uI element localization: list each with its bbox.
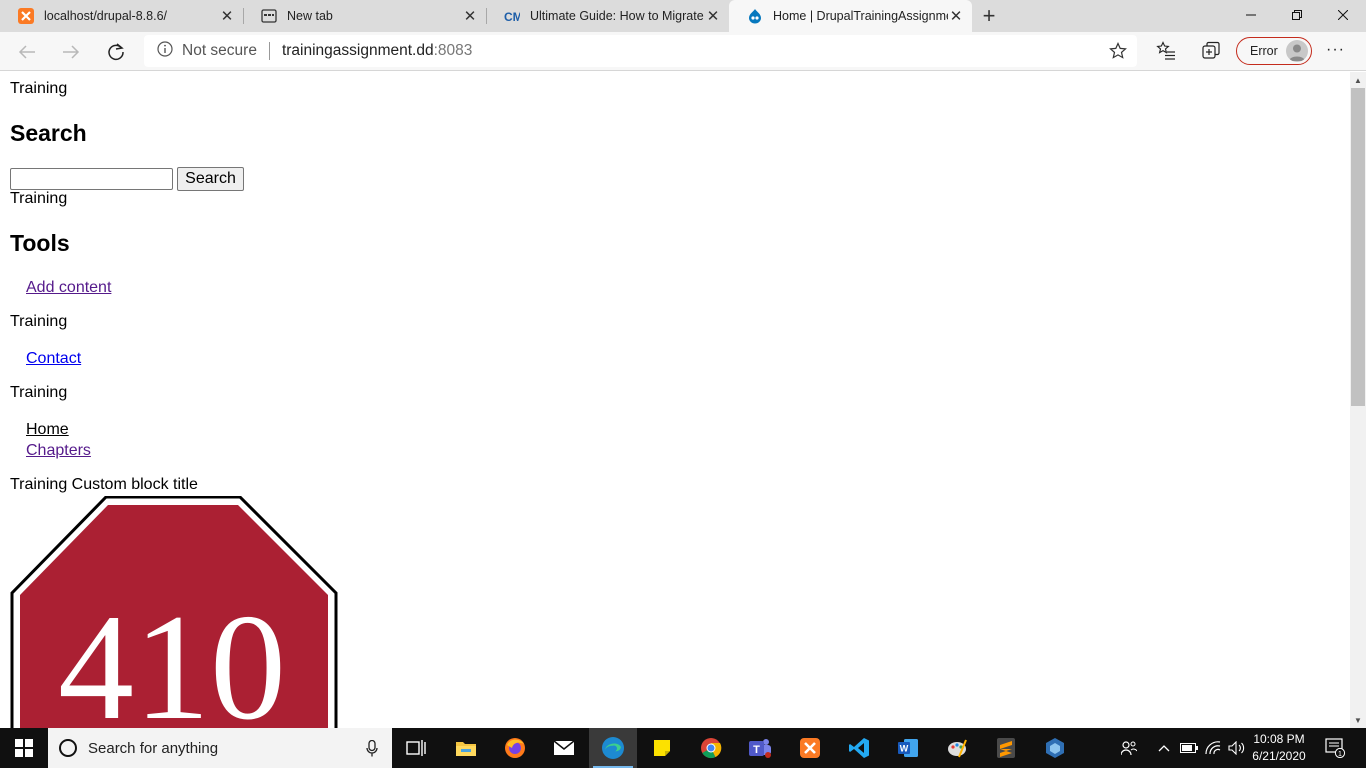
custom-block-title: Training Custom block title — [10, 476, 198, 493]
close-icon[interactable]: ✕ — [948, 7, 964, 25]
avatar-icon — [1286, 40, 1308, 62]
refresh-icon[interactable] — [101, 37, 131, 67]
close-icon[interactable]: ✕ — [462, 7, 478, 25]
close-icon[interactable]: ✕ — [219, 7, 235, 25]
tab-localhost[interactable]: localhost/drupal-8.8.6/ ✕ — [0, 0, 243, 32]
tab-title: Home | DrupalTrainingAssignme — [773, 9, 948, 23]
search-heading: Search — [10, 120, 87, 146]
scroll-thumb[interactable] — [1351, 88, 1365, 406]
microphone-icon[interactable] — [366, 739, 378, 761]
tab-ultimate-guide[interactable]: CM Ultimate Guide: How to Migrate ✕ — [486, 0, 729, 32]
tab-title: Ultimate Guide: How to Migrate — [530, 9, 704, 23]
search-input[interactable] — [10, 168, 173, 190]
notification-count: 1 — [1338, 751, 1342, 758]
taskbar-search-box[interactable]: Search for anything — [48, 728, 392, 768]
xampp-taskbar-icon[interactable] — [786, 728, 834, 768]
profile-button[interactable]: Error — [1236, 37, 1312, 65]
task-view-icon[interactable] — [392, 728, 440, 768]
address-bar[interactable]: Not secure trainingassignment.dd:8083 — [144, 35, 1137, 67]
virtualbox-icon[interactable] — [1031, 728, 1079, 768]
profile-status-label: Error — [1250, 44, 1278, 58]
forward-arrow-icon[interactable] — [56, 37, 86, 67]
separator — [268, 42, 270, 60]
tab-home-drupal[interactable]: Home | DrupalTrainingAssignme ✕ — [729, 0, 972, 32]
word-icon[interactable]: W — [884, 728, 932, 768]
sign-number: 410 — [58, 583, 286, 728]
firefox-icon[interactable] — [491, 728, 539, 768]
minimize-icon[interactable] — [1228, 0, 1274, 30]
mail-icon[interactable] — [540, 728, 588, 768]
volume-icon[interactable] — [1226, 728, 1248, 768]
svg-text:CM: CM — [504, 10, 520, 24]
vscode-icon[interactable] — [835, 728, 883, 768]
file-explorer-icon[interactable] — [442, 728, 490, 768]
info-icon[interactable] — [157, 40, 175, 62]
wifi-icon[interactable] — [1203, 728, 1223, 768]
home-link[interactable]: Home — [26, 421, 69, 439]
contact-link[interactable]: Contact — [26, 350, 81, 368]
cm-icon: CM — [504, 8, 520, 24]
scroll-up-arrow-icon[interactable]: ▲ — [1350, 72, 1366, 88]
edge-browser-icon[interactable] — [589, 728, 637, 768]
page-content: Training Search Search Training Tools Ad… — [0, 72, 1350, 728]
page-scrollbar[interactable]: ▲ ▼ — [1350, 72, 1366, 728]
close-icon[interactable]: ✕ — [705, 7, 721, 25]
notification-center-icon[interactable]: 1 — [1320, 728, 1350, 768]
restore-icon[interactable] — [1274, 0, 1320, 30]
system-clock[interactable]: 10:08 PM 6/21/2020 — [1248, 731, 1310, 765]
search-button[interactable]: Search — [177, 167, 244, 191]
svg-text:W: W — [900, 744, 909, 754]
tab-strip: localhost/drupal-8.8.6/ ✕ New tab ✕ CM U… — [0, 0, 1366, 32]
xampp-icon — [18, 8, 34, 24]
favorites-list-icon[interactable] — [1156, 41, 1176, 66]
browser-toolbar: Not secure trainingassignment.dd:8083 Er… — [0, 32, 1366, 71]
block-label: Training — [10, 80, 68, 97]
stop-sign-image: 410 — [10, 495, 338, 728]
chrome-icon[interactable] — [687, 728, 735, 768]
collections-icon[interactable] — [1201, 41, 1221, 66]
tab-newtab[interactable]: New tab ✕ — [243, 0, 486, 32]
window-controls — [1228, 0, 1366, 30]
battery-icon[interactable] — [1178, 728, 1200, 768]
security-label: Not secure — [182, 42, 257, 59]
clock-time: 10:08 PM — [1253, 732, 1305, 746]
clock-date: 6/21/2020 — [1252, 749, 1306, 763]
teams-icon[interactable]: T — [736, 728, 784, 768]
new-tab-button[interactable]: + — [972, 0, 1006, 32]
drupal-icon — [747, 8, 763, 24]
add-content-link[interactable]: Add content — [26, 279, 111, 297]
paint-icon[interactable] — [933, 728, 981, 768]
chapters-link[interactable]: Chapters — [26, 442, 91, 460]
tab-title: localhost/drupal-8.8.6/ — [44, 9, 167, 23]
window-close-icon[interactable] — [1320, 0, 1366, 30]
block-label: Training — [10, 313, 68, 330]
tools-heading: Tools — [10, 230, 70, 256]
svg-text:T: T — [753, 744, 760, 756]
favorite-star-icon[interactable] — [1109, 42, 1127, 65]
people-icon[interactable] — [1117, 728, 1141, 768]
block-label: Training — [10, 190, 68, 207]
chevron-up-icon[interactable] — [1155, 728, 1173, 768]
scroll-down-arrow-icon[interactable]: ▼ — [1350, 712, 1366, 728]
sublime-text-icon[interactable] — [982, 728, 1030, 768]
url-port: :8083 — [433, 42, 473, 59]
windows-taskbar: Search for anything T W 10:08 PM 6/21/20… — [0, 728, 1366, 768]
sticky-notes-icon[interactable] — [638, 728, 686, 768]
taskbar-search-placeholder: Search for anything — [88, 739, 219, 757]
newtab-icon — [261, 8, 277, 24]
more-options-icon[interactable]: ··· — [1326, 41, 1345, 59]
back-arrow-icon[interactable] — [12, 37, 42, 67]
tab-title: New tab — [287, 9, 333, 23]
windows-start-icon[interactable] — [0, 728, 48, 768]
block-label: Training — [10, 384, 68, 401]
search-icon — [59, 739, 77, 757]
url-host: trainingassignment.dd — [281, 42, 434, 59]
